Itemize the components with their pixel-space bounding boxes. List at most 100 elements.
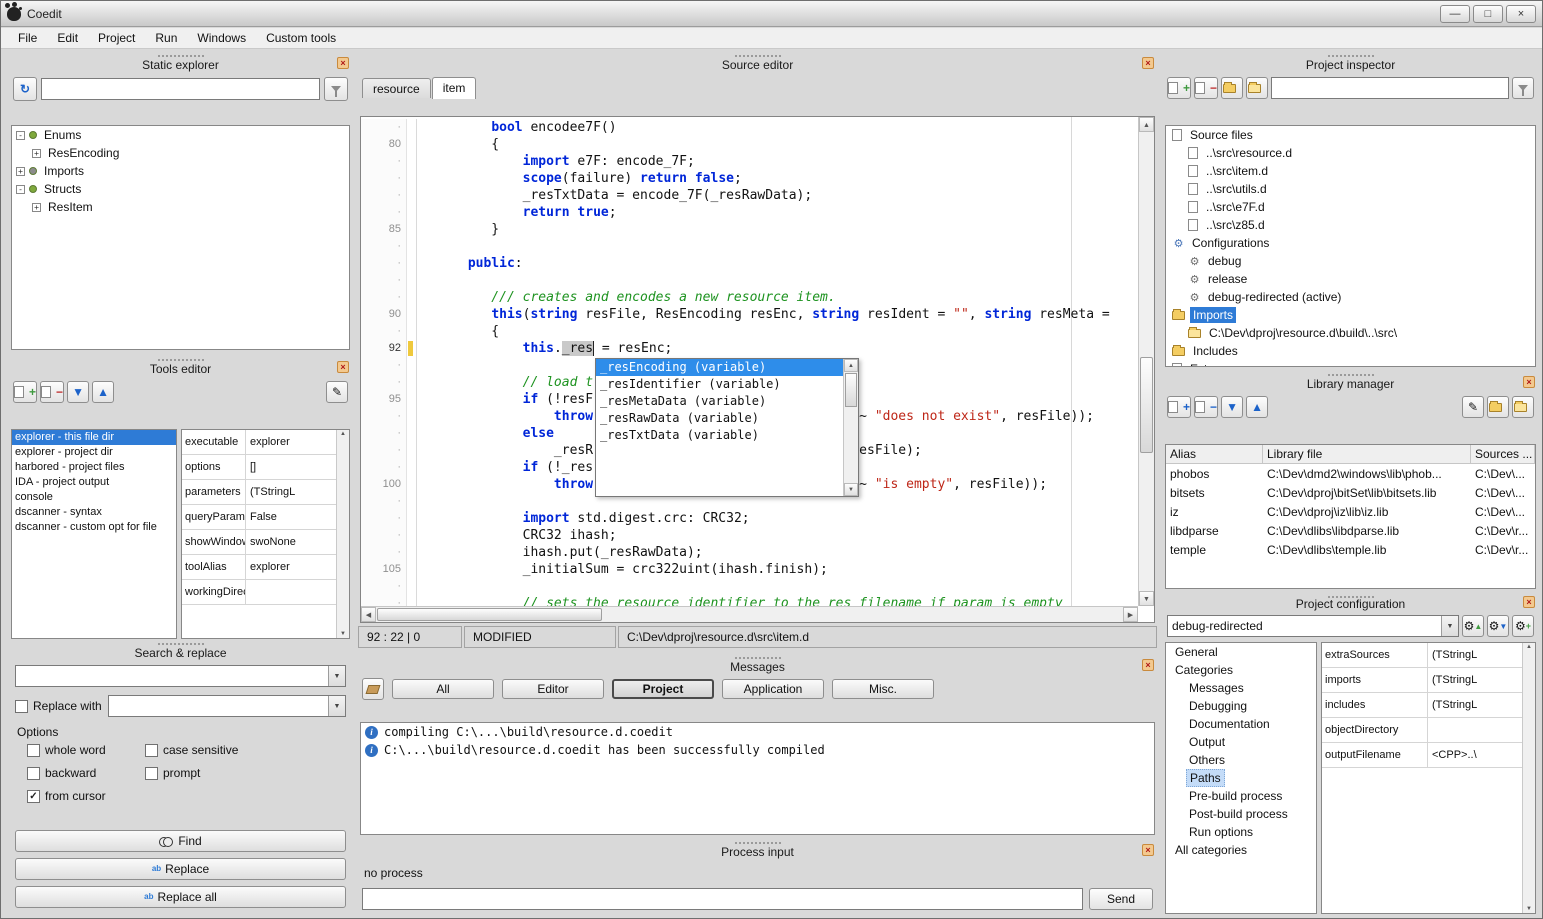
tool-item-console[interactable]: console	[12, 490, 176, 505]
code-line[interactable]: · scope(failure) return false;	[361, 170, 1138, 187]
minimize-button[interactable]: —	[1440, 5, 1470, 23]
checkbox-whole-word[interactable]: whole word	[27, 743, 145, 757]
expand-icon[interactable]: +	[32, 203, 41, 212]
close-panel-icon[interactable]: ×	[1523, 376, 1535, 388]
close-panel-icon[interactable]: ×	[1142, 57, 1154, 69]
config-prop-row[interactable]: imports(TStringL	[1322, 668, 1522, 693]
process-input-field[interactable]	[362, 888, 1083, 910]
menu-project[interactable]: Project	[89, 29, 144, 47]
checkbox-case-sensitive[interactable]: case sensitive	[145, 743, 263, 757]
inspector-item-src-item-d[interactable]: ..\src\item.d	[1166, 162, 1535, 180]
panel-grip[interactable]	[158, 643, 204, 645]
code-line[interactable]: ·	[361, 578, 1138, 595]
completion-item-resrawdata[interactable]: _resRawData (variable)	[596, 410, 843, 427]
collapse-icon[interactable]: -	[16, 185, 25, 194]
add-library-button[interactable]: +	[1167, 396, 1191, 418]
inspector-item-src-e7f-d[interactable]: ..\src\e7F.d	[1166, 198, 1535, 216]
filter-button-all[interactable]: All	[392, 679, 494, 699]
menu-run[interactable]: Run	[146, 29, 186, 47]
category-general[interactable]: General	[1166, 643, 1316, 661]
tab-resource[interactable]: resource	[362, 78, 431, 98]
message-line[interactable]: icompiling C:\...\build\resource.d.coedi…	[361, 723, 1154, 741]
close-panel-icon[interactable]: ×	[337, 57, 349, 69]
move-tool-down-button[interactable]: ▼	[67, 381, 89, 403]
tree-item-imports[interactable]: +Imports	[12, 162, 349, 180]
code-line[interactable]: 90 this(string resFile, ResEncoding resE…	[361, 306, 1138, 323]
prop-value[interactable]: swoNone	[246, 536, 336, 548]
prop-value[interactable]: (TStringL	[1428, 699, 1522, 711]
completion-item-restxtdata[interactable]: _resTxtData (variable)	[596, 427, 843, 444]
library-row-libdparse[interactable]: libdparseC:\Dev\dlibs\libdparse.libC:\De…	[1166, 521, 1535, 540]
prop-value[interactable]: (TStringL	[1428, 674, 1522, 686]
prop-value[interactable]: <CPP>..\	[1428, 749, 1522, 761]
edit-library-button[interactable]: ✎	[1462, 396, 1484, 418]
tool-prop-row[interactable]: parameters(TStringL	[182, 480, 336, 505]
symbol-search-input[interactable]	[41, 78, 320, 100]
search-combo[interactable]: ▼	[15, 665, 346, 687]
inspector-filter-button[interactable]	[1512, 77, 1534, 99]
editor-vertical-scrollbar[interactable]: ▲ ▼	[1138, 117, 1154, 606]
scroll-up-icon[interactable]: ▲	[1139, 117, 1154, 132]
scrollbar-thumb[interactable]	[377, 608, 602, 621]
maximize-button[interactable]: □	[1473, 5, 1503, 23]
dropdown-icon[interactable]: ▼	[328, 666, 345, 686]
scroll-up-icon[interactable]: ▲	[340, 431, 346, 437]
close-button[interactable]: ×	[1506, 5, 1536, 23]
config-options-button[interactable]: ⚙+	[1512, 615, 1534, 637]
tool-prop-row[interactable]: showWindowsswoNone	[182, 530, 336, 555]
scroll-up-icon[interactable]: ▲	[1526, 644, 1532, 650]
code-line[interactable]: · public:	[361, 255, 1138, 272]
tree-item-resitem[interactable]: +ResItem	[12, 198, 349, 216]
replace-all-button[interactable]: abReplace all	[15, 886, 346, 908]
scroll-down-icon[interactable]: ▼	[340, 631, 346, 637]
code-line[interactable]: · ihash.put(_resRawData);	[361, 544, 1138, 561]
category-debugging[interactable]: Debugging	[1166, 697, 1316, 715]
expand-icon[interactable]: +	[16, 167, 25, 176]
replace-button[interactable]: abReplace	[15, 858, 346, 880]
close-panel-icon[interactable]: ×	[1142, 659, 1154, 671]
move-library-up-button[interactable]: ▲	[1246, 396, 1268, 418]
open-folder-button[interactable]	[1246, 77, 1268, 99]
code-line[interactable]: · /// creates and encodes a new resource…	[361, 289, 1138, 306]
config-prop-row[interactable]: outputFilename<CPP>..\	[1322, 743, 1522, 768]
filter-button-application[interactable]: Application	[722, 679, 824, 699]
category-output[interactable]: Output	[1166, 733, 1316, 751]
scroll-down-icon[interactable]: ▼	[1526, 906, 1532, 912]
code-line[interactable]: ·	[361, 272, 1138, 289]
tool-item-explorer-project-dir[interactable]: explorer - project dir	[12, 445, 176, 460]
tab-item[interactable]: item	[432, 77, 477, 99]
tool-prop-row[interactable]: toolAliasexplorer	[182, 555, 336, 580]
panel-grip[interactable]	[1328, 374, 1374, 376]
add-folder-button[interactable]	[1221, 77, 1243, 99]
column-header-library-file[interactable]: Library file	[1263, 445, 1471, 463]
panel-grip[interactable]	[735, 55, 781, 57]
category-post-build-process[interactable]: Post-build process	[1166, 805, 1316, 823]
inspector-item-src-resource-d[interactable]: ..\src\resource.d	[1166, 144, 1535, 162]
code-line[interactable]: 105 _initialSum = crc322uint(ihash.finis…	[361, 561, 1138, 578]
category-run-options[interactable]: Run options	[1166, 823, 1316, 841]
tool-item-dscanner-custom-opt-for-file[interactable]: dscanner - custom opt for file	[12, 520, 176, 535]
filter-button-project[interactable]: Project	[612, 679, 714, 699]
code-line[interactable]: · return true;	[361, 204, 1138, 221]
completion-scrollbar[interactable]: ▲ ▼	[843, 359, 858, 496]
completion-item-resencoding[interactable]: _resEncoding (variable)	[596, 359, 843, 376]
remove-source-button[interactable]: −	[1194, 77, 1218, 99]
category-others[interactable]: Others	[1166, 751, 1316, 769]
scroll-down-icon[interactable]: ▼	[1139, 591, 1154, 606]
inspector-item-imports[interactable]: Imports	[1166, 306, 1535, 324]
inspector-item-source-files[interactable]: Source files	[1166, 126, 1535, 144]
inspector-item-debug-redirected-active[interactable]: ⚙debug-redirected (active)	[1166, 288, 1535, 306]
grid-scrollbar[interactable]: ▲ ▼	[1522, 643, 1535, 913]
refresh-button[interactable]: ↻	[13, 77, 37, 101]
inspector-item-src-utils-d[interactable]: ..\src\utils.d	[1166, 180, 1535, 198]
category-pre-build-process[interactable]: Pre-build process	[1166, 787, 1316, 805]
code-line[interactable]: · import std.digest.crc: CRC32;	[361, 510, 1138, 527]
filter-button[interactable]	[324, 77, 348, 101]
clear-messages-button[interactable]	[362, 678, 384, 700]
tool-item-explorer-this-file-dir[interactable]: explorer - this file dir	[12, 430, 176, 445]
close-panel-icon[interactable]: ×	[337, 361, 349, 373]
category-paths[interactable]: Paths	[1166, 769, 1316, 787]
code-line[interactable]: 85 }	[361, 221, 1138, 238]
scroll-right-icon[interactable]: ▶	[1123, 607, 1138, 622]
library-row-phobos[interactable]: phobosC:\Dev\dmd2\windows\lib\phob...C:\…	[1166, 464, 1535, 483]
